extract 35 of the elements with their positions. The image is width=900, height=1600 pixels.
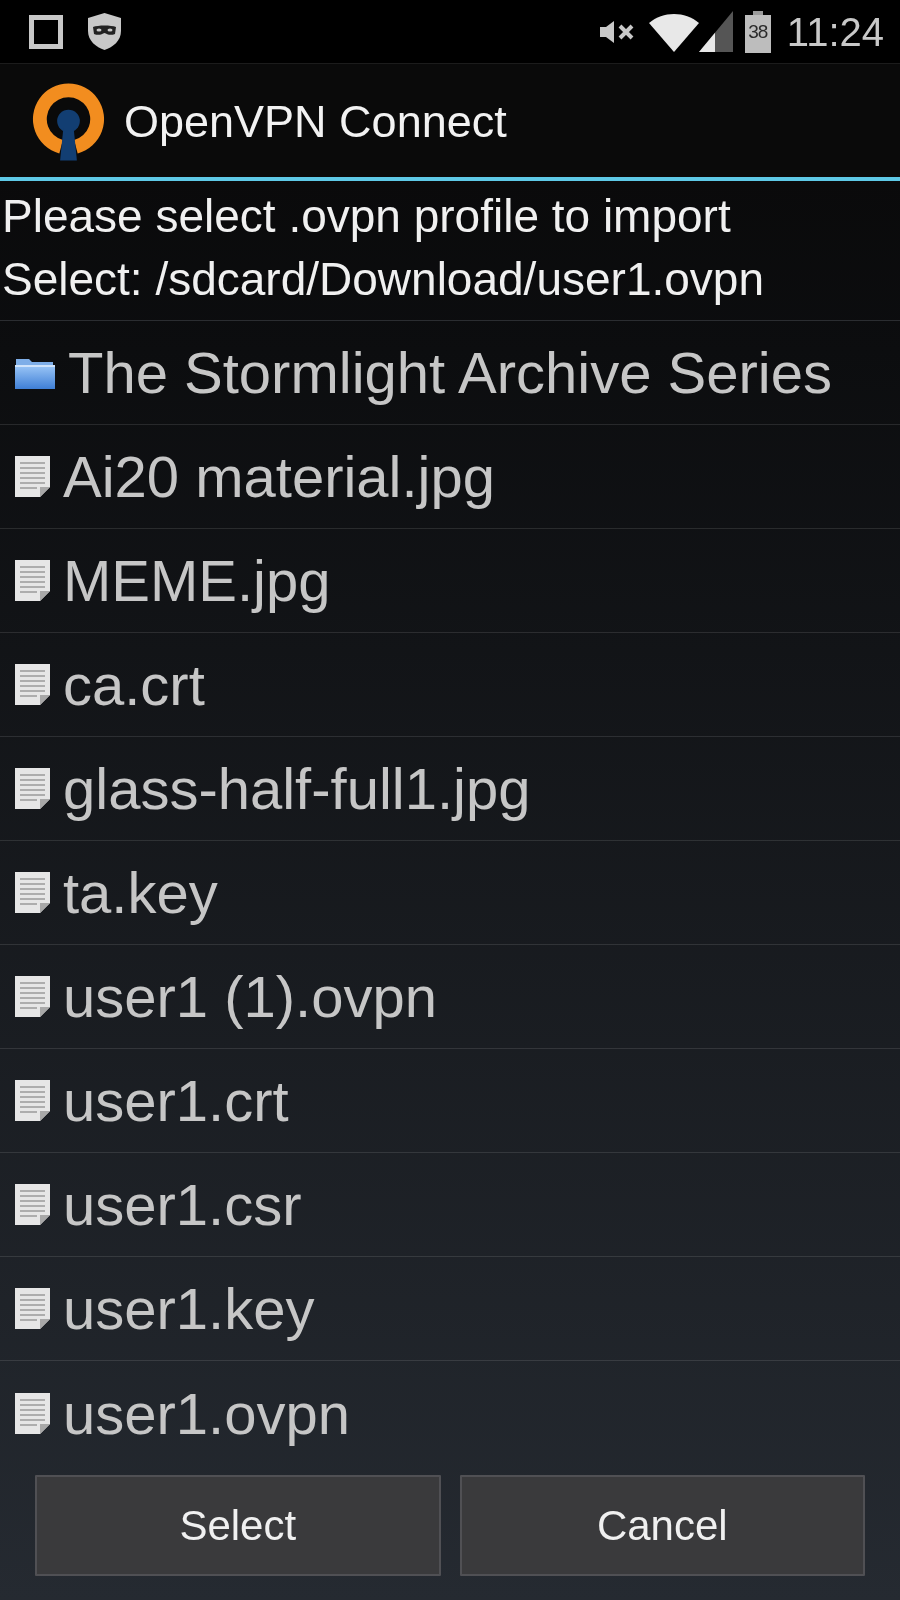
file-list-item[interactable]: user1 (1).ovpn xyxy=(0,945,900,1048)
document-icon xyxy=(15,1184,50,1225)
document-icon xyxy=(15,768,50,809)
document-icon xyxy=(15,976,50,1017)
clock-time: 11:24 xyxy=(786,8,884,55)
document-icon xyxy=(15,1392,50,1434)
file-list-item[interactable]: ta.key xyxy=(0,841,900,944)
battery-percent: 38 xyxy=(748,20,768,43)
document-icon xyxy=(15,1080,50,1121)
shield-icon xyxy=(88,13,121,50)
battery-icon xyxy=(744,10,771,53)
file-list-item[interactable]: user1.ovpn xyxy=(0,1361,900,1465)
dialog-button[interactable]: Select xyxy=(35,1475,441,1576)
selected-path: Select: /sdcard/Download/user1.ovpn xyxy=(2,252,765,307)
signal-icon xyxy=(698,11,733,52)
document-icon xyxy=(15,560,50,601)
square-icon xyxy=(29,14,63,49)
document-icon xyxy=(15,1288,50,1329)
folder-icon xyxy=(15,356,55,389)
document-icon xyxy=(15,664,50,705)
dialog-button[interactable]: Cancel xyxy=(459,1475,865,1576)
file-list-item[interactable]: user1.crt xyxy=(0,1049,900,1152)
muted-speaker-icon xyxy=(599,20,635,43)
file-list-item[interactable]: The Stormlight Archive Series xyxy=(0,321,900,424)
file-list-item[interactable]: MEME.jpg xyxy=(0,529,900,632)
document-icon xyxy=(15,456,50,497)
file-list-item[interactable]: user1.csr xyxy=(0,1153,900,1256)
file-list-item[interactable]: Ai20 material.jpg xyxy=(0,425,900,528)
file-list-item[interactable]: ca.crt xyxy=(0,633,900,736)
prompt-title: Please select .ovpn profile to import xyxy=(2,189,732,244)
document-icon xyxy=(15,872,50,913)
file-list-item[interactable]: glass-half-full1.jpg xyxy=(0,737,900,840)
file-list-item[interactable]: user1.key xyxy=(0,1257,900,1360)
app-title: OpenVPN Connect xyxy=(124,95,507,148)
wifi-icon xyxy=(648,11,699,52)
